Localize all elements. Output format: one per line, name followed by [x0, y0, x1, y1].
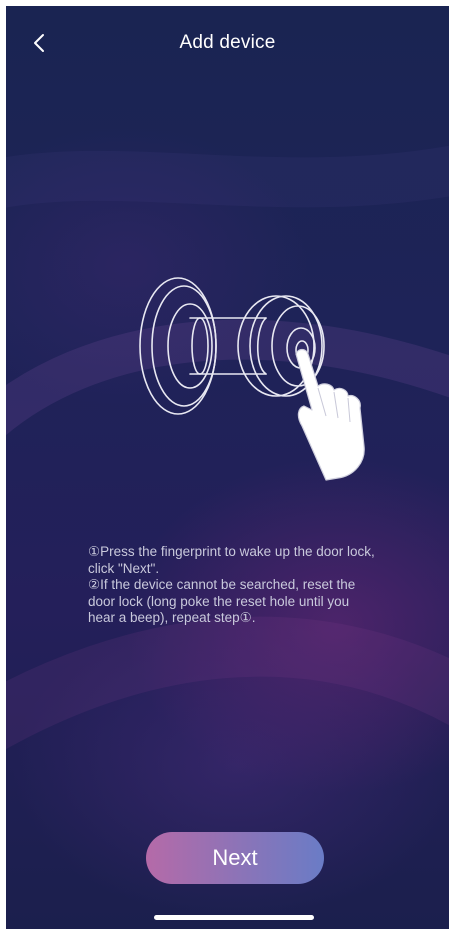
next-button[interactable]: Next: [146, 832, 324, 884]
instruction-step-2: ②If the device cannot be searched, reset…: [88, 577, 356, 625]
door-lock-fingerprint-icon: [139, 277, 365, 481]
page-title: Add device: [179, 32, 276, 53]
add-device-screen: Add device ①Press the fingerprint to wak…: [6, 6, 449, 929]
home-indicator[interactable]: [154, 915, 314, 920]
instructions-text: ①Press the fingerprint to wake up the do…: [88, 544, 378, 627]
navigation-bar: Add device: [6, 6, 449, 82]
instruction-step-1: ①Press the fingerprint to wake up the do…: [88, 544, 375, 576]
